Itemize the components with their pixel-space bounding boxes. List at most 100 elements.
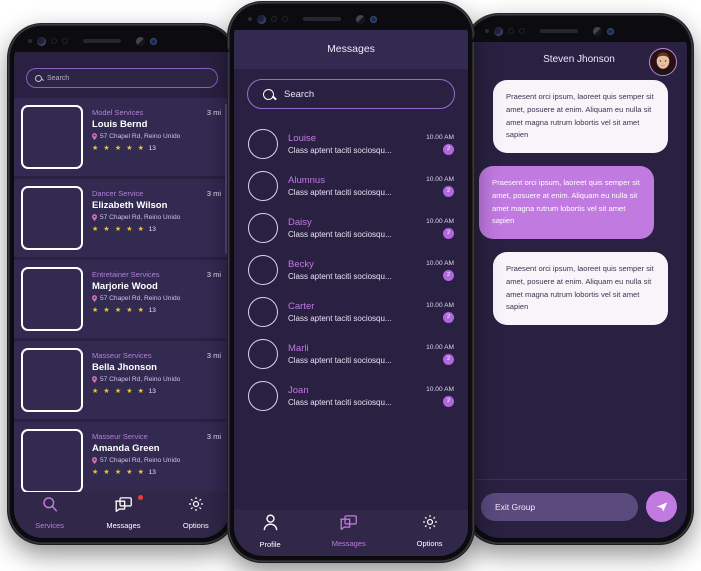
service-card[interactable]: Entretainer Services 3 mi Marjorie Wood … xyxy=(14,260,230,338)
service-provider-name: Amanda Green xyxy=(92,443,160,454)
search-icon xyxy=(42,497,57,512)
earpiece-speaker-icon xyxy=(540,29,578,33)
conversation-row[interactable]: Alumnus Class aptent taciti sociosqu... … xyxy=(248,165,454,207)
service-photo xyxy=(21,429,83,492)
service-provider-name: Elizabeth Wilson xyxy=(92,200,168,211)
service-card[interactable]: Masseur Service 3 mi Amanda Green 57 Cha… xyxy=(14,422,230,492)
nav-item-label: Options xyxy=(416,539,443,548)
conversation-text: Marli Class aptent taciti sociosqu... xyxy=(288,343,416,365)
service-address-text: 57 Chapel Rd, Reino Unido xyxy=(100,214,181,221)
service-category: Dancer Service xyxy=(92,189,144,198)
conversation-row[interactable]: Carter Class aptent taciti sociosqu... 1… xyxy=(248,291,454,333)
nav-item-options[interactable]: Options xyxy=(417,514,443,548)
unread-badge: 2 xyxy=(443,227,454,239)
sensor-icon xyxy=(51,38,57,44)
chat-title: Steven Jhonson xyxy=(543,54,615,65)
nav-item-messages[interactable]: Messages xyxy=(332,514,366,548)
conversation-time: 10.00 AM xyxy=(426,133,454,141)
rating-stars: ★ ★ ★ ★ ★ 13 xyxy=(92,468,221,476)
device-notch-center xyxy=(234,8,468,30)
conversation-text: Alumnus Class aptent taciti sociosqu... xyxy=(288,175,416,197)
stars-glyphs: ★ ★ ★ ★ ★ xyxy=(92,226,146,233)
service-card[interactable]: Masseur Services 3 mi Bella Jhonson 57 C… xyxy=(14,341,230,419)
nav-item-options[interactable]: Options xyxy=(183,496,209,530)
front-camera-icon xyxy=(37,36,46,46)
sensor-icon xyxy=(519,28,525,34)
stars-glyphs: ★ ★ ★ ★ ★ xyxy=(92,307,146,314)
service-address-text: 57 Chapel Rd, Reino Unido xyxy=(100,295,181,302)
nav-item-messages[interactable]: Messages xyxy=(106,494,143,530)
service-provider-name: Bella Jhonson xyxy=(92,362,157,373)
service-photo xyxy=(21,186,83,250)
services-list[interactable]: Model Services 3 mi Louis Bernd 57 Chape… xyxy=(14,98,230,492)
service-distance: 3 mi xyxy=(206,108,221,117)
proximity-sensor-icon xyxy=(370,15,377,23)
conversation-time: 10.00 AM xyxy=(426,175,454,183)
location-pin-icon xyxy=(92,295,97,302)
conversation-row[interactable]: Daisy Class aptent taciti sociosqu... 10… xyxy=(248,207,454,249)
bottom-nav-center[interactable]: Profile Messages Options xyxy=(234,510,468,556)
service-info: Model Services 3 mi Louis Bernd 57 Chape… xyxy=(92,105,221,152)
screenshot-root: Search Model Services 3 mi Louis Bernd 5… xyxy=(0,0,701,571)
earpiece-speaker-icon xyxy=(303,17,341,21)
nav-item-label: Profile xyxy=(259,539,281,549)
avatar[interactable] xyxy=(649,48,677,76)
chat-header: Steven Jhonson xyxy=(471,42,687,76)
proximity-sensor-icon xyxy=(150,37,157,45)
conversation-row[interactable]: Becky Class aptent taciti sociosqu... 10… xyxy=(248,249,454,291)
device-notch-left xyxy=(14,30,230,52)
location-pin-icon xyxy=(92,214,97,221)
rating-stars: ★ ★ ★ ★ ★ 13 xyxy=(92,306,221,314)
avatar xyxy=(248,213,278,243)
search-icon xyxy=(263,88,274,100)
stars-glyphs: ★ ★ ★ ★ ★ xyxy=(92,388,146,395)
send-button[interactable] xyxy=(646,491,677,522)
conversation-meta: 10.00 AM 2 xyxy=(426,302,454,323)
avatar xyxy=(248,297,278,327)
chat-thread[interactable]: Praesent orci ipsum, laoreet quis semper… xyxy=(471,76,687,479)
search-input[interactable]: Search xyxy=(26,68,218,88)
service-photo xyxy=(21,105,83,169)
conversation-preview: Class aptent taciti sociosqu... xyxy=(288,188,392,197)
message-bubble: Praesent orci ipsum, laoreet quis semper… xyxy=(493,80,668,153)
conversation-meta: 10.00 AM 2 xyxy=(426,260,454,281)
message-input[interactable]: Exit Group xyxy=(481,492,638,521)
location-pin-icon xyxy=(92,457,97,464)
avatar xyxy=(248,339,278,369)
conversation-preview: Class aptent taciti sociosqu... xyxy=(288,272,392,281)
chat-message-them: Praesent orci ipsum, laoreet quis semper… xyxy=(483,80,675,153)
service-photo xyxy=(21,267,83,331)
service-category: Masseur Services xyxy=(92,351,152,360)
nav-item-profile[interactable]: Profile xyxy=(259,513,281,549)
service-card[interactable]: Dancer Service 3 mi Elizabeth Wilson 57 … xyxy=(14,179,230,257)
services-app: Search Model Services 3 mi Louis Bernd 5… xyxy=(14,30,230,538)
rating-stars: ★ ★ ★ ★ ★ 13 xyxy=(92,144,221,152)
conversation-name: Marli xyxy=(288,343,309,354)
phone-center-messages: Messages Search Louise Class aptent taci… xyxy=(228,2,474,562)
sensor-icon xyxy=(248,17,252,21)
service-info: Entretainer Services 3 mi Marjorie Wood … xyxy=(92,267,221,314)
iris-scanner-icon xyxy=(356,14,365,24)
chat-app: Steven Jhonson Praesent orci ipsum, laor… xyxy=(471,20,687,538)
search-placeholder: Search xyxy=(47,74,70,82)
conversation-row[interactable]: Louise Class aptent taciti sociosqu... 1… xyxy=(248,123,454,165)
conversation-row[interactable]: Marli Class aptent taciti sociosqu... 10… xyxy=(248,333,454,375)
bottom-nav-left[interactable]: Services Messages Options xyxy=(14,492,230,538)
message-bubble: Praesent orci ipsum, laoreet quis semper… xyxy=(479,166,654,239)
service-address-text: 57 Chapel Rd, Reino Unido xyxy=(100,457,181,464)
avatar xyxy=(248,171,278,201)
proximity-sensor-icon xyxy=(607,27,614,35)
search-input[interactable]: Search xyxy=(247,79,455,109)
conversation-list[interactable]: Louise Class aptent taciti sociosqu... 1… xyxy=(234,123,468,510)
nav-item-services[interactable]: Services xyxy=(35,496,64,530)
service-address: 57 Chapel Rd, Reino Unido xyxy=(92,214,221,221)
conversation-meta: 10.00 AM 2 xyxy=(426,386,454,407)
conversation-name: Daisy xyxy=(288,217,312,228)
message-bubble: Praesent orci ipsum, laoreet quis semper… xyxy=(493,252,668,325)
conversation-row[interactable]: Joan Class aptent taciti sociosqu... 10.… xyxy=(248,375,454,417)
avatar xyxy=(248,129,278,159)
search-icon xyxy=(42,496,58,517)
service-card[interactable]: Model Services 3 mi Louis Bernd 57 Chape… xyxy=(14,98,230,176)
conversation-name: Becky xyxy=(288,259,314,270)
stars-glyphs: ★ ★ ★ ★ ★ xyxy=(92,469,146,476)
